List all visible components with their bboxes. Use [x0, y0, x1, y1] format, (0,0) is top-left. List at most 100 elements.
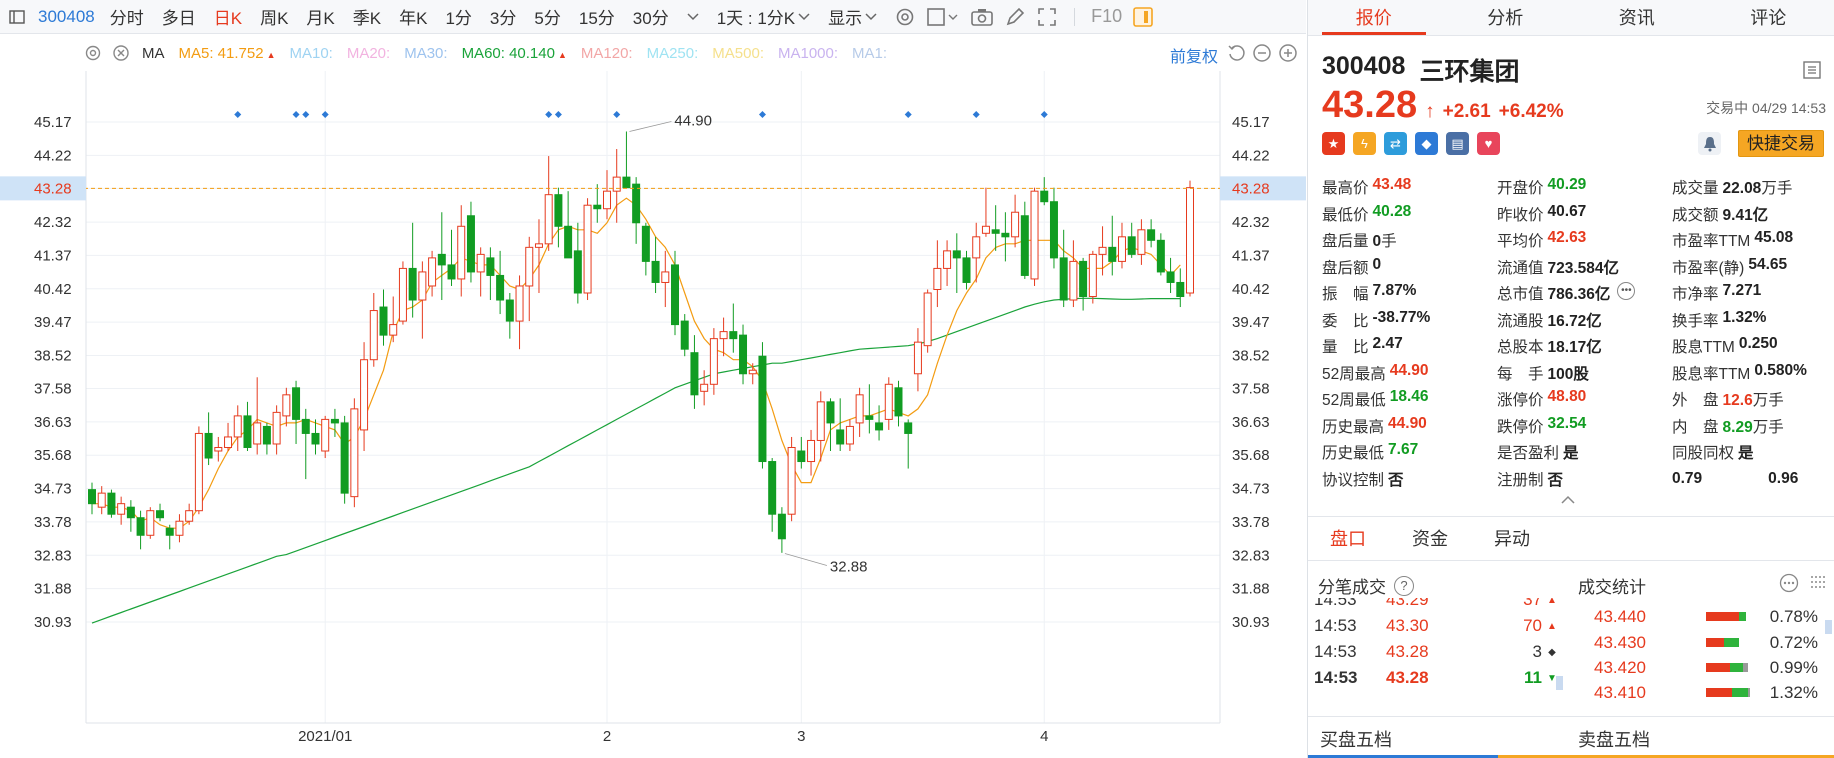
period-tab[interactable]: 年K [390, 4, 436, 29]
zoom-out-icon[interactable] [1252, 43, 1272, 68]
ma-value[interactable]: MA10: [289, 45, 332, 62]
shuffle-icon[interactable]: ⇄ [1384, 132, 1407, 155]
tick-scrollbar[interactable] [1556, 676, 1563, 690]
zoom-in-icon[interactable] [1278, 43, 1298, 68]
field-unit: 万手 [1761, 180, 1793, 198]
indicator-settings-icon[interactable] [84, 44, 102, 62]
period-tab[interactable]: 日K [205, 4, 251, 29]
low-annotation: 32.88 [830, 559, 868, 576]
close-indicator-icon[interactable] [112, 44, 130, 62]
quick-trade-button[interactable]: 快捷交易 [1738, 130, 1824, 157]
field-value: 0.580% [1754, 362, 1807, 384]
ma-value[interactable]: MA500: [712, 45, 764, 62]
quote-tab[interactable]: 报价 [1308, 0, 1440, 35]
period-tab[interactable]: 15分 [570, 4, 624, 29]
current-price-label: 43.28 [1232, 180, 1270, 197]
ma-value[interactable]: MA1000: [778, 45, 838, 62]
field-value: 22.08万手 [1723, 176, 1793, 198]
undo-icon[interactable] [1226, 43, 1246, 68]
ma-value[interactable]: MA1: [852, 45, 887, 62]
display-label: 显示 [828, 9, 863, 28]
display-dropdown[interactable]: 显示 [819, 4, 886, 29]
quote-tab[interactable]: 资讯 [1571, 0, 1703, 35]
camera-icon[interactable] [970, 6, 994, 28]
sidebar-toggle-icon[interactable] [6, 6, 28, 28]
detail-tab[interactable]: 异动 [1494, 525, 1530, 551]
period-tab[interactable]: 季K [344, 4, 390, 29]
settings-icon[interactable] [894, 6, 916, 28]
y-tick-label: 42.32 [1232, 214, 1270, 231]
quote-field: 市盈率(静) 54.65 [1672, 256, 1830, 278]
ma-values: MA5: 41.752 ▲ MA10: MA20: MA30: MA60: 40.140 ▲… [165, 45, 888, 62]
ma-value[interactable]: MA20: [347, 45, 390, 62]
field-number: 0 [1372, 233, 1382, 251]
y-tick-label: 30.93 [1232, 614, 1270, 631]
ma-value[interactable]: MA120: [581, 45, 633, 62]
field-label: 平均价 [1497, 233, 1544, 251]
stats-scrollbar[interactable] [1825, 620, 1832, 634]
list-menu-icon[interactable] [1809, 573, 1827, 598]
detail-tab[interactable]: 盘口 [1330, 525, 1366, 551]
list-view-icon[interactable] [1802, 60, 1822, 85]
more-options-icon[interactable] [1779, 573, 1799, 598]
period-tab[interactable]: 1分 [436, 4, 480, 29]
trade-status: 交易中 04/29 14:53 [1706, 100, 1826, 116]
price-change: +2.61 [1442, 101, 1491, 122]
quote-tab[interactable]: 评论 [1703, 0, 1834, 35]
candle-body [1166, 271, 1175, 283]
sell-levels-tab[interactable]: 卖盘五档 [1578, 726, 1650, 752]
tick-list[interactable]: 14:53 43.29 37 ▲ 14:53 43.30 70 ▲ 14:53 43.28 3 ◆ 14… [1308, 598, 1570, 710]
detail-tab[interactable]: 资金 [1412, 525, 1448, 551]
field-value: 18.46 [1390, 388, 1429, 410]
adjust-mode-button[interactable]: 前复权 [1170, 43, 1218, 67]
candle-body [768, 461, 777, 515]
square-select-icon[interactable] [926, 6, 960, 28]
candle-body [1001, 232, 1010, 238]
field-label: 盘后量 [1322, 233, 1369, 251]
panel-toggle-icon[interactable] [1132, 6, 1154, 28]
tag-icon[interactable]: ◆ [1415, 132, 1438, 155]
fullscreen-icon[interactable] [1036, 6, 1058, 28]
period-tab[interactable]: 30分 [624, 4, 678, 29]
lightning-icon[interactable]: ϟ [1353, 132, 1376, 155]
volume-stats-list[interactable]: 43.440 0.78% 43.430 0.72% 43.420 0.99% 43.410 1… [1578, 598, 1834, 710]
candle-body [262, 425, 271, 445]
ma-value[interactable]: MA250: [647, 45, 699, 62]
quote-tab[interactable]: 分析 [1440, 0, 1572, 35]
draw-pen-icon[interactable] [1004, 6, 1026, 28]
ma-label: MA10: [289, 44, 333, 62]
ma-label: MA120: [580, 44, 633, 62]
field-value: 2.47 [1373, 335, 1403, 357]
period-more-dropdown[interactable] [678, 12, 708, 21]
heart-icon[interactable]: ♥ [1477, 132, 1500, 155]
more-icon[interactable]: ••• [1617, 282, 1636, 301]
china-flag-icon[interactable]: ★ [1322, 132, 1345, 155]
period-tab[interactable]: 周K [251, 4, 297, 29]
ma-value[interactable]: MA60: 40.140 ▲ [462, 45, 567, 62]
field-number: 48.80 [1547, 388, 1587, 406]
help-icon[interactable]: ? [1394, 575, 1414, 596]
field-number: 7.67 [1388, 441, 1419, 459]
candle-body [884, 383, 893, 420]
period-tab[interactable]: 5分 [525, 4, 569, 29]
field-value: 48.80 [1548, 388, 1587, 410]
bell-icon[interactable] [1698, 132, 1721, 155]
period-tab[interactable]: 分时 [101, 4, 153, 29]
field-value: 0.96 [1768, 469, 1799, 487]
candle-body [758, 355, 767, 463]
period-tab[interactable]: 月K [297, 4, 343, 29]
bookmark-icon[interactable]: ▤ [1446, 132, 1469, 155]
period-tab[interactable]: 多日 [153, 4, 205, 29]
range-dropdown[interactable]: 1天 : 1分K [708, 4, 819, 29]
y-tick-label: 38.52 [34, 347, 72, 364]
f10-button[interactable]: F10 [1091, 6, 1122, 27]
collapse-chevron-icon[interactable] [1560, 492, 1576, 510]
period-tab[interactable]: 3分 [481, 4, 525, 29]
ma-value[interactable]: MA30: [404, 45, 447, 62]
y-tick-label: 38.52 [1232, 347, 1270, 364]
candlestick-chart[interactable]: 45.17 44.22 43.28 42.32 41.37 40.42 39.47 38.52… [0, 71, 1306, 758]
ma-value[interactable]: MA5: 41.752 ▲ [179, 45, 276, 62]
y-tick-label: 35.68 [34, 447, 72, 464]
buy-levels-tab[interactable]: 买盘五档 [1320, 726, 1392, 752]
candle-body [156, 510, 165, 519]
